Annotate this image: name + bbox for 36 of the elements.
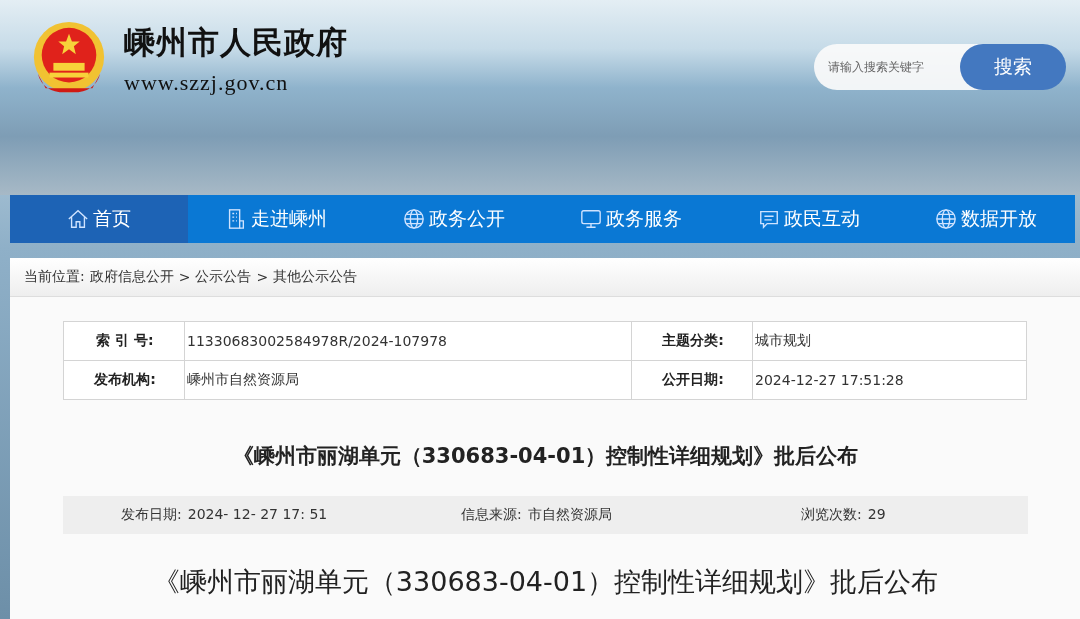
meta-label: 发布日期: (121, 506, 182, 524)
field-label: 主题分类: (631, 321, 753, 361)
breadcrumb-separator: > (178, 269, 191, 285)
breadcrumb-link[interactable]: 公示公告 (195, 268, 252, 286)
article-title: 《嵊州市丽湖单元（330683-04-01）控制性详细规划》批后公布 (231, 443, 860, 470)
breadcrumb-link[interactable]: 政府信息公开 (89, 268, 174, 286)
field-value: 嵊州市自然资源局 (184, 360, 632, 400)
monitor-icon (580, 208, 603, 230)
nav-tab[interactable]: 政务公开 (365, 195, 543, 243)
nav-tab[interactable]: 首页 (10, 195, 188, 243)
field-value: 2024-12-27 17:51:28 (752, 360, 1027, 400)
meta-value: 2024- 12- 27 17: 51 (187, 506, 328, 524)
article-heading: 《嵊州市丽湖单元（330683-04-01）控制性详细规划》批后公布 (151, 565, 940, 599)
meta-label: 浏览次数: (801, 506, 862, 524)
meta-label: 信息来源: (461, 506, 522, 524)
nav-tab[interactable]: 走进嵊州 (187, 195, 365, 243)
site-url: www.szzj.gov.cn (124, 70, 290, 96)
breadcrumb-link[interactable]: 其他公示公告 (273, 268, 358, 286)
breadcrumb-separator: > (256, 269, 269, 285)
meta-value: 29 (867, 506, 886, 524)
globe-icon (402, 208, 425, 230)
nav-tab[interactable]: 数据开放 (897, 195, 1075, 243)
chat-bubble-icon (757, 208, 780, 230)
meta-value: 市自然资源局 (527, 506, 612, 524)
globe-icon (935, 208, 958, 230)
breadcrumb-label: 当前位置: (24, 268, 85, 286)
field-label: 公开日期: (631, 360, 753, 400)
nav-tab[interactable]: 政务服务 (542, 195, 720, 243)
field-label: 发布机构: (63, 360, 185, 400)
field-value: 城市规划 (752, 321, 1027, 361)
nav-tab[interactable]: 政民互动 (720, 195, 898, 243)
field-value: 11330683002584978R/2024-107978 (184, 321, 632, 361)
site-title: 嵊州市人民政府 (124, 23, 348, 62)
search-field[interactable]: 请输入搜索关键字 (814, 44, 984, 90)
house-icon (66, 208, 89, 230)
field-label: 索 引 号: (63, 321, 185, 361)
